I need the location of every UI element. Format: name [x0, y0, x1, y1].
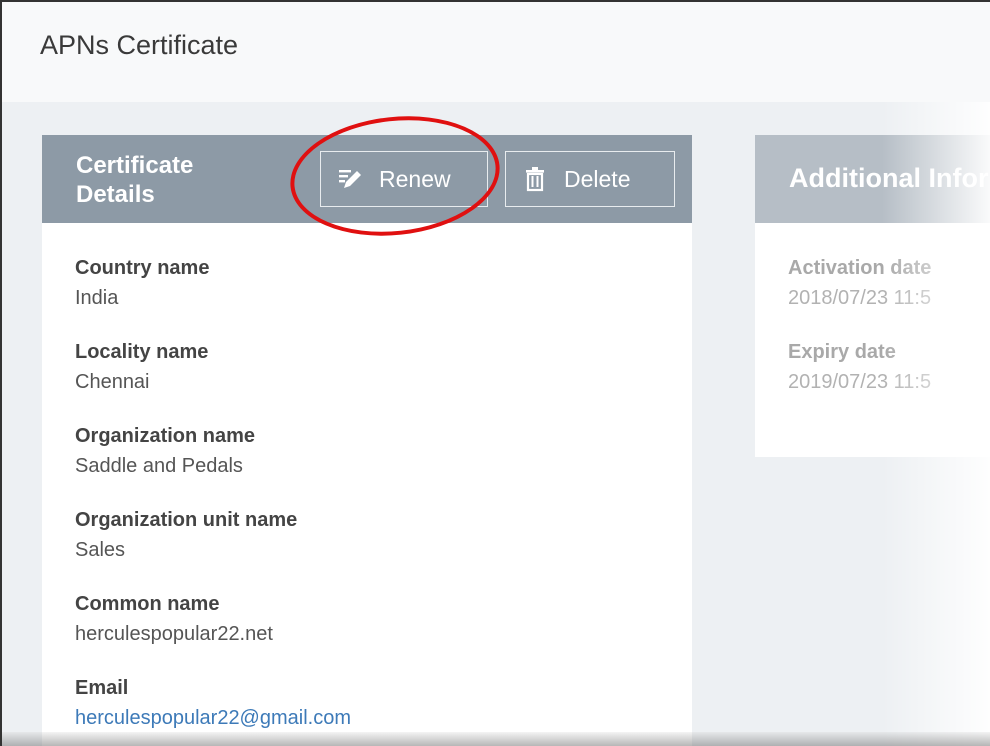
field-label: Locality name: [75, 341, 209, 363]
page-title: APNs Certificate: [40, 30, 239, 60]
trash-icon: [522, 166, 548, 192]
pencil-icon: [337, 166, 363, 192]
field-value: 2018/07/23 11:5: [788, 287, 932, 309]
certificate-details-card: Certificate Details Renew Delete Country…: [42, 135, 692, 746]
field-locality-name: Locality name Chennai: [75, 339, 351, 423]
field-organization-name: Organization name Saddle and Pedals: [75, 423, 351, 507]
field-activation-date: Activation date 2018/07/23 11:5: [788, 255, 931, 339]
additional-info-header: Additional Information: [755, 135, 990, 223]
additional-info-fields: Activation date 2018/07/23 11:5 Expiry d…: [788, 255, 931, 423]
certificate-details-title: Certificate Details: [76, 152, 194, 208]
email-link[interactable]: herculespopular22@gmail.com: [75, 705, 351, 731]
delete-label: Delete: [564, 165, 631, 192]
field-value: India: [75, 287, 119, 309]
torn-edge: [2, 732, 990, 746]
field-value: Saddle and Pedals: [75, 455, 243, 477]
field-value: Sales: [75, 539, 126, 561]
field-label: Common name: [75, 593, 220, 615]
field-value: Chennai: [75, 371, 150, 393]
renew-button[interactable]: Renew: [320, 151, 488, 207]
field-common-name: Common name herculespopular22.net: [75, 591, 351, 675]
additional-info-title: Additional Information: [789, 163, 990, 193]
field-country-name: Country name India: [75, 255, 351, 339]
field-label: Expiry date: [788, 341, 896, 363]
field-value: 2019/07/23 11:5: [788, 371, 932, 393]
field-label: Activation date: [788, 257, 932, 279]
field-value: herculespopular22.net: [75, 623, 273, 645]
renew-label: Renew: [379, 165, 451, 192]
page-header: APNs Certificate: [2, 2, 990, 102]
field-expiry-date: Expiry date 2019/07/23 11:5: [788, 339, 931, 423]
field-label: Country name: [75, 257, 210, 279]
field-label: Organization unit name: [75, 509, 298, 531]
field-organization-unit-name: Organization unit name Sales: [75, 507, 351, 591]
app-frame: APNs Certificate Certificate Details Ren…: [0, 0, 990, 746]
field-label: Email: [75, 677, 129, 699]
additional-info-card: Additional Information Activation date 2…: [755, 135, 990, 457]
certificate-details-header: Certificate Details Renew Delete: [42, 135, 692, 223]
delete-button[interactable]: Delete: [505, 151, 675, 207]
certificate-fields: Country name India Locality name Chennai…: [75, 255, 351, 746]
field-label: Organization name: [75, 425, 256, 447]
